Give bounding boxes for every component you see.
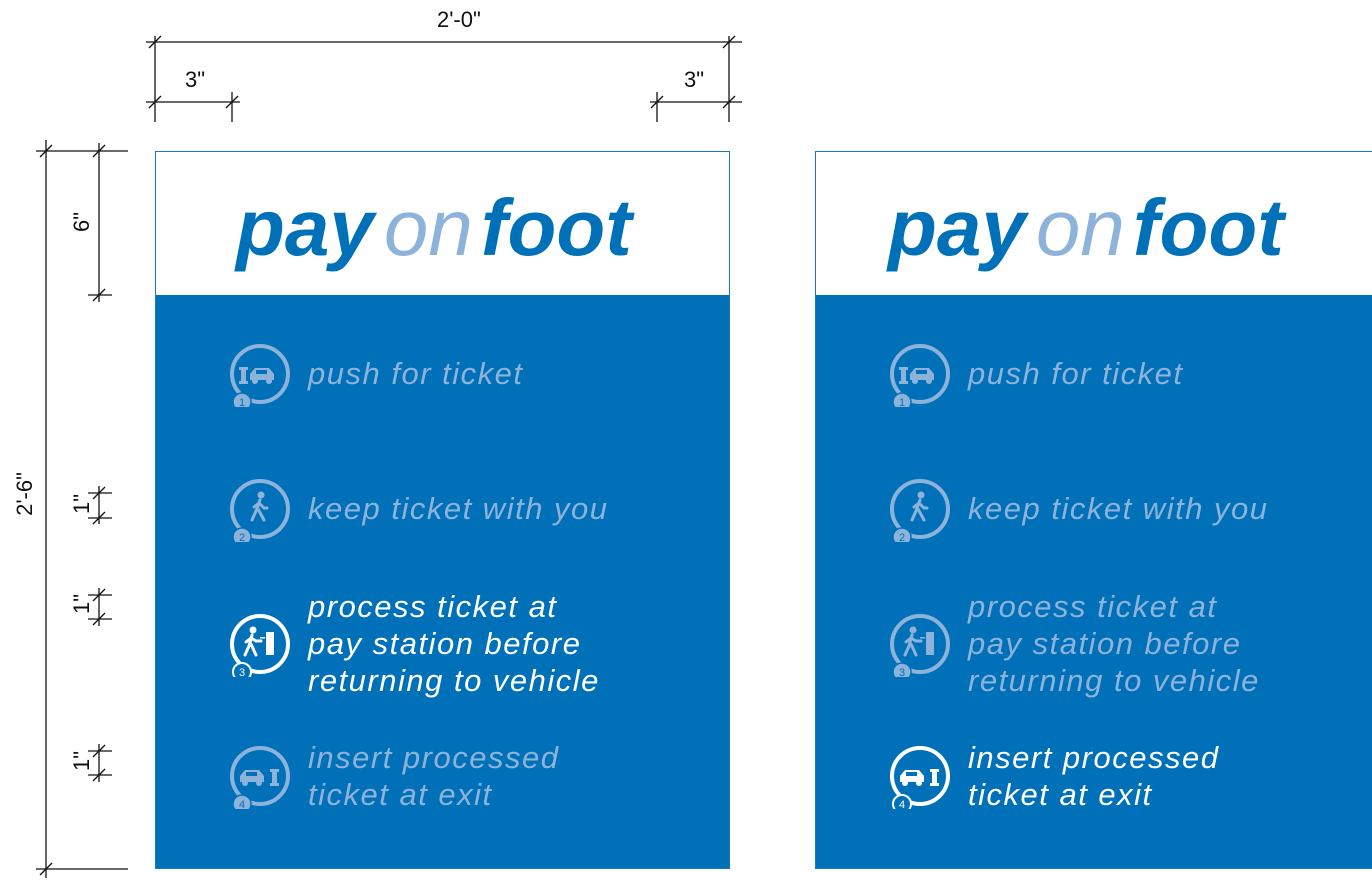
svg-text:3: 3 bbox=[239, 667, 245, 677]
brand-logo: pay on foot bbox=[888, 188, 1284, 268]
brand-logo: pay on foot bbox=[236, 188, 632, 268]
svg-text:2: 2 bbox=[899, 532, 905, 542]
gap-2-label: 1" bbox=[69, 593, 94, 615]
step-3-text: process ticket at pay station before ret… bbox=[968, 589, 1260, 698]
svg-text:4: 4 bbox=[899, 799, 905, 809]
person-pay-station-icon: 3 bbox=[890, 614, 950, 677]
brand-foot: foot bbox=[1132, 183, 1284, 272]
sign-header: pay on foot bbox=[156, 152, 729, 295]
gate-car-icon: 1 bbox=[890, 344, 950, 407]
step-4-text: insert processed ticket at exit bbox=[968, 740, 1220, 812]
gate-car-icon: 1 bbox=[230, 344, 290, 407]
left-margin-label: 3" bbox=[185, 67, 206, 92]
sign-body: 1 push for ticket 2 keep ticket with you bbox=[156, 295, 729, 868]
step-2-text: keep ticket with you bbox=[968, 491, 1269, 526]
overall-width-label: 2'-0" bbox=[437, 7, 481, 32]
brand-pay: pay bbox=[888, 183, 1026, 272]
walking-person-icon: 2 bbox=[230, 479, 290, 542]
car-gate-exit-icon: 4 bbox=[890, 746, 950, 809]
step-1-text: push for ticket bbox=[968, 356, 1184, 391]
gap-3-label: 1" bbox=[69, 750, 94, 772]
sign-layout-drawing: 2'-0" 3" 3" 2'-6" 6" 1" 1" 1" pay on foot … bbox=[0, 0, 1372, 881]
sign-body: 1 push for ticket 2 keep ticket with you bbox=[816, 295, 1372, 868]
person-pay-station-icon: 3 bbox=[230, 614, 290, 677]
brand-on: on bbox=[1035, 183, 1125, 272]
sign-header: pay on foot bbox=[816, 152, 1372, 295]
sign-panel-b: pay on foot 1 push for ticket 2 keep tic… bbox=[815, 151, 1372, 869]
svg-text:1: 1 bbox=[239, 397, 245, 407]
gap-1-label: 1" bbox=[69, 493, 94, 515]
brand-pay: pay bbox=[236, 183, 374, 272]
svg-text:4: 4 bbox=[239, 799, 245, 809]
step-2-text: keep ticket with you bbox=[308, 491, 609, 526]
step-4-text: insert processed ticket at exit bbox=[308, 740, 560, 812]
svg-text:2: 2 bbox=[239, 532, 245, 542]
overall-height-label: 2'-6" bbox=[12, 472, 37, 516]
brand-on: on bbox=[383, 183, 473, 272]
walking-person-icon: 2 bbox=[890, 479, 950, 542]
header-height-label: 6" bbox=[69, 211, 94, 233]
step-1-text: push for ticket bbox=[308, 356, 524, 391]
step-3-text: process ticket at pay station before ret… bbox=[308, 589, 600, 698]
car-gate-exit-icon: 4 bbox=[230, 746, 290, 809]
sign-panel-a: pay on foot 1 push for ticket 2 keep tic… bbox=[155, 151, 730, 869]
svg-text:1: 1 bbox=[899, 397, 905, 407]
svg-text:3: 3 bbox=[899, 667, 905, 677]
right-margin-label: 3" bbox=[684, 67, 705, 92]
brand-foot: foot bbox=[480, 183, 632, 272]
